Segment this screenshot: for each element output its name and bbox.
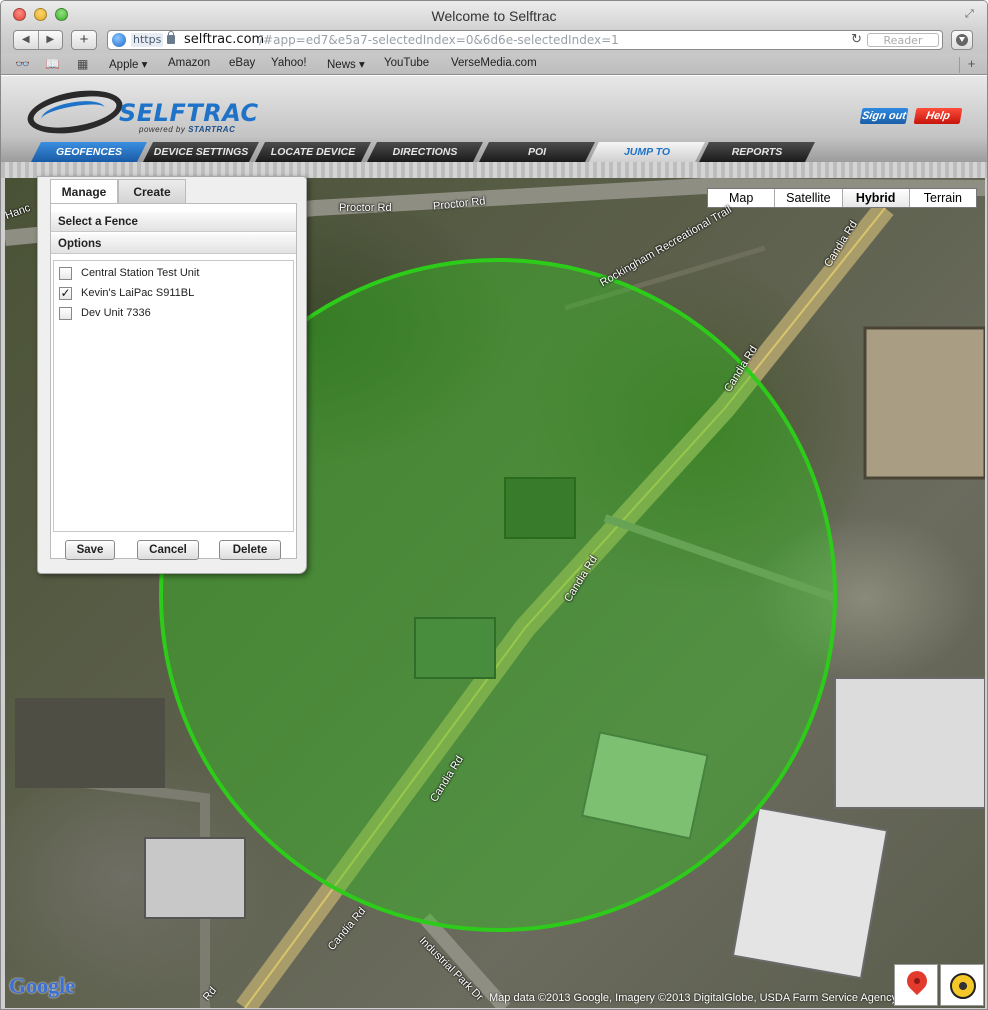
fence-row-kevins-laipac[interactable]: ✓ Kevin's LaiPac S911BL (59, 284, 194, 302)
tab-directions[interactable]: DIRECTIONS (367, 142, 483, 162)
panel-button-row: Save Cancel Delete (51, 540, 296, 560)
bookmark-news[interactable]: News ▾ (327, 57, 365, 71)
globe-icon (112, 33, 126, 47)
forward-button[interactable]: ▶ (37, 31, 63, 49)
back-button[interactable]: ◀ (14, 31, 38, 49)
address-bar[interactable]: https selftrac.com /#app=ed7&e5a7-select… (107, 30, 943, 50)
building-sw (144, 837, 246, 919)
options-header[interactable]: Options (51, 234, 296, 254)
manage-panel-body: Select a Fence Options Central Station T… (50, 203, 297, 560)
url-path: /#app=ed7&e5a7-selectedIndex=0&6d6e-sele… (259, 33, 619, 47)
fence-label: Central Station Test Unit (81, 267, 200, 279)
bookmarks-bar: 👓 📖 ▦ Apple ▾ Amazon eBay Yahoo! News ▾ … (1, 53, 987, 75)
app-header: SELFTRAC powered by STARTRAC Sign out He… (1, 76, 987, 162)
sign-out-button[interactable]: Sign out (859, 108, 909, 124)
tab-reports[interactable]: REPORTS (699, 142, 815, 162)
geofence-panel: Manage Create Select a Fence Options Cen… (37, 176, 307, 574)
bookmark-versemedia[interactable]: VerseMedia.com (451, 57, 537, 69)
title-bar: Welcome to Selftrac ⤢ (1, 1, 987, 29)
building-se (731, 806, 889, 980)
reading-list-icon[interactable]: 👓 (15, 57, 30, 71)
reader-button[interactable]: Reader (867, 33, 939, 47)
delete-button[interactable]: Delete (219, 540, 281, 560)
tab-manage[interactable]: Manage (50, 179, 118, 204)
logo-ring-icon (24, 83, 126, 141)
bookmarks-book-icon[interactable]: 📖 (45, 57, 60, 71)
place-marker-button[interactable] (894, 964, 938, 1006)
logo-text: SELFTRAC (119, 99, 259, 127)
tape-measure-icon (950, 973, 976, 999)
save-button[interactable]: Save (65, 540, 115, 560)
logo-subtitle: powered by STARTRAC (139, 125, 235, 134)
new-tab-plus-icon[interactable]: + (959, 57, 983, 73)
parking-lot-w (15, 698, 165, 788)
browser-toolbar: ◀ ▶ + https selftrac.com /#app=ed7&e5a7-… (1, 29, 987, 53)
bookmark-apple[interactable]: Apple ▾ (109, 57, 147, 71)
browser-window: Welcome to Selftrac ⤢ ◀ ▶ + https selftr… (0, 0, 988, 1010)
fullscreen-icon[interactable]: ⤢ (965, 8, 977, 20)
fence-checkbox[interactable] (59, 306, 72, 320)
add-bookmark-button[interactable]: + (71, 30, 97, 50)
reload-icon[interactable]: ↻ (851, 32, 862, 47)
map-type-selector: Map Satellite Hybrid Terrain (707, 188, 977, 208)
building-ne (863, 326, 985, 480)
map-pin-icon (902, 966, 932, 996)
fence-row-central-station[interactable]: Central Station Test Unit (59, 264, 199, 282)
fence-checkbox[interactable] (59, 266, 72, 280)
selftrac-logo: SELFTRAC powered by STARTRAC (24, 83, 263, 141)
url-host: selftrac.com (184, 32, 265, 47)
bookmark-amazon[interactable]: Amazon (168, 57, 210, 69)
logo-sub-brand: STARTRAC (188, 125, 236, 134)
tab-jump-to[interactable]: JUMP TO (589, 142, 705, 162)
building-e (834, 677, 985, 809)
window-title: Welcome to Selftrac (431, 8, 557, 24)
map-type-hybrid[interactable]: Hybrid (842, 189, 910, 207)
map-type-map[interactable]: Map (708, 189, 776, 207)
google-logo[interactable]: Google (9, 973, 75, 999)
selftrac-page: SELFTRAC powered by STARTRAC Sign out He… (1, 76, 987, 1009)
https-label: https (131, 33, 164, 47)
road-label: Proctor Rd (339, 202, 392, 214)
tab-create[interactable]: Create (118, 179, 186, 203)
fence-label: Dev Unit 7336 (81, 307, 151, 319)
fence-label: Kevin's LaiPac S911BL (81, 287, 195, 299)
logo-sub-prefix: powered by (139, 125, 186, 134)
fence-row-dev-unit[interactable]: Dev Unit 7336 (59, 304, 151, 322)
help-button[interactable]: Help (913, 108, 963, 124)
bookmark-ebay[interactable]: eBay (229, 57, 255, 69)
download-icon[interactable] (951, 30, 973, 50)
map-attribution: Map data ©2013 Google, Imagery ©2013 Dig… (489, 992, 895, 1004)
bookmark-yahoo[interactable]: Yahoo! (271, 57, 307, 69)
lock-icon (167, 31, 175, 44)
panel-tabs: Manage Create (50, 179, 186, 204)
measure-tool-button[interactable] (940, 964, 984, 1006)
cancel-button[interactable]: Cancel (137, 540, 199, 560)
tab-locate-device[interactable]: LOCATE DEVICE (255, 142, 371, 162)
main-nav-tabs: GEOFENCES DEVICE SETTINGS LOCATE DEVICE … (31, 142, 821, 162)
tab-device-settings[interactable]: DEVICE SETTINGS (143, 142, 259, 162)
top-sites-grid-icon[interactable]: ▦ (77, 57, 88, 71)
tab-poi[interactable]: POI (479, 142, 595, 162)
back-forward-buttons: ◀ ▶ (13, 30, 63, 50)
fence-list: Central Station Test Unit ✓ Kevin's LaiP… (53, 260, 294, 532)
bookmark-youtube[interactable]: YouTube (384, 57, 429, 69)
tab-geofences[interactable]: GEOFENCES (31, 142, 147, 162)
map-type-terrain[interactable]: Terrain (909, 189, 976, 207)
map-type-satellite[interactable]: Satellite (775, 189, 843, 207)
fence-checkbox-checked[interactable]: ✓ (59, 286, 72, 300)
select-fence-header[interactable]: Select a Fence (51, 212, 296, 232)
